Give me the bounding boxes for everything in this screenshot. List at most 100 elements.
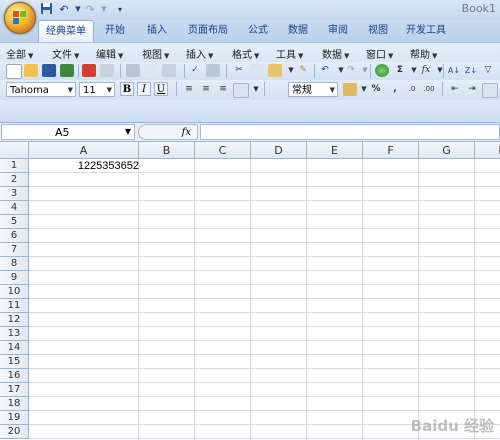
row-header-1[interactable]: 1	[0, 159, 29, 173]
menu-edit[interactable]: 编辑 ▼	[96, 46, 123, 61]
hyperlink-globe-icon[interactable]	[375, 64, 389, 77]
borders-icon[interactable]	[482, 83, 498, 98]
function-dropdown-icon[interactable]: ▼	[433, 64, 447, 77]
column-header-e[interactable]: E	[307, 142, 363, 159]
print-icon[interactable]	[126, 64, 140, 77]
pdf-icon[interactable]	[82, 64, 96, 77]
increase-indent-icon[interactable]: ⇥	[465, 83, 479, 96]
sort-ascending-icon[interactable]: A↓	[447, 64, 461, 77]
print-preview-icon[interactable]	[144, 64, 158, 77]
tab-review[interactable]: 审阅	[320, 20, 356, 41]
name-box[interactable]: A5 ▼	[1, 124, 135, 140]
row-header-11[interactable]: 11	[0, 299, 29, 313]
decrease-indent-icon[interactable]: ⇤	[448, 83, 462, 96]
filter-icon[interactable]: ▽	[481, 64, 495, 77]
row-header-20[interactable]: 20	[0, 425, 29, 439]
row-header-9[interactable]: 9	[0, 271, 29, 285]
customize-quick-access-icon[interactable]: ▾	[112, 2, 128, 17]
save-icon[interactable]	[38, 2, 54, 17]
column-header-h[interactable]: H	[475, 142, 500, 159]
row-header-10[interactable]: 10	[0, 285, 29, 299]
formula-input[interactable]	[200, 124, 500, 140]
research-icon[interactable]	[162, 64, 176, 77]
font-size-select[interactable]: 11 ▼	[79, 82, 115, 97]
align-right-icon[interactable]: ≡	[216, 83, 230, 96]
decrease-decimal-icon[interactable]: .00	[422, 83, 436, 96]
tab-view[interactable]: 视图	[360, 20, 396, 41]
save-icon[interactable]	[42, 64, 56, 77]
accounting-format-icon[interactable]	[343, 83, 357, 96]
new-file-icon[interactable]	[6, 64, 22, 79]
translate-icon[interactable]	[206, 64, 220, 77]
row-header-18[interactable]: 18	[0, 397, 29, 411]
increase-decimal-icon[interactable]: .0	[405, 83, 419, 96]
insert-function-icon[interactable]: fx	[419, 64, 433, 77]
menu-view[interactable]: 视图 ▼	[142, 46, 169, 61]
column-header-b[interactable]: B	[139, 142, 195, 159]
select-all-corner[interactable]	[0, 142, 29, 159]
menu-data[interactable]: 数据 ▼	[322, 46, 349, 61]
row-header-15[interactable]: 15	[0, 355, 29, 369]
row-header-5[interactable]: 5	[0, 215, 29, 229]
column-header-f[interactable]: F	[363, 142, 419, 159]
row-header-14[interactable]: 14	[0, 341, 29, 355]
font-name-select[interactable]: Tahoma ▼	[6, 82, 76, 97]
tab-developer[interactable]: 开发工具	[400, 20, 452, 41]
column-header-d[interactable]: D	[251, 142, 307, 159]
underline-button[interactable]: U	[154, 82, 168, 96]
worksheet-grid[interactable]: ABCDEFGH 1234567891011121314151617181920…	[0, 142, 500, 440]
column-header-a[interactable]: A	[29, 142, 139, 159]
autosum-icon[interactable]: Σ	[393, 64, 407, 77]
tab-data[interactable]: 数据	[280, 20, 316, 41]
tab-insert[interactable]: 插入	[138, 20, 176, 41]
menu-help[interactable]: 帮助 ▼	[410, 46, 437, 61]
paste-icon[interactable]	[268, 64, 282, 77]
align-center-icon[interactable]: ≡	[199, 83, 213, 96]
row-header-7[interactable]: 7	[0, 243, 29, 257]
row-header-4[interactable]: 4	[0, 201, 29, 215]
row-header-13[interactable]: 13	[0, 327, 29, 341]
bold-button[interactable]: B	[120, 82, 134, 96]
menu-file[interactable]: 文件 ▼	[52, 46, 79, 61]
menu-window[interactable]: 窗口 ▼	[366, 46, 393, 61]
permission-icon[interactable]	[60, 64, 74, 77]
comma-style-button[interactable]: ,	[388, 83, 402, 96]
redo-dropdown-icon[interactable]: ▼	[96, 2, 112, 17]
number-format-select[interactable]: 常规 ▼	[288, 82, 338, 97]
menu-format[interactable]: 格式 ▼	[232, 46, 259, 61]
row-header-19[interactable]: 19	[0, 411, 29, 425]
tab-home[interactable]: 开始	[96, 20, 134, 41]
column-header-g[interactable]: G	[419, 142, 475, 159]
row-header-12[interactable]: 12	[0, 313, 29, 327]
menu-tools[interactable]: 工具 ▼	[276, 46, 303, 61]
merge-center-icon[interactable]	[233, 83, 249, 98]
italic-button[interactable]: I	[137, 82, 151, 96]
tab-page-layout[interactable]: 页面布局	[180, 20, 236, 41]
menu-insert[interactable]: 插入 ▼	[186, 46, 213, 61]
sort-descending-icon[interactable]: Z↓	[464, 64, 478, 77]
cut-icon[interactable]: ✂	[232, 64, 246, 77]
open-folder-icon[interactable]	[24, 64, 38, 77]
merge-dropdown-icon[interactable]: ▼	[249, 83, 263, 96]
row-header-6[interactable]: 6	[0, 229, 29, 243]
tab-classic-menu[interactable]: 经典菜单	[38, 20, 94, 42]
cell-a1[interactable]: 1225353652	[30, 160, 139, 173]
format-painter-icon[interactable]: ✎	[296, 64, 310, 77]
copy-icon[interactable]	[250, 64, 264, 77]
tab-formulas[interactable]: 公式	[240, 20, 276, 41]
column-header-c[interactable]: C	[195, 142, 251, 159]
align-left-icon[interactable]: ≡	[182, 83, 196, 96]
row-header-16[interactable]: 16	[0, 369, 29, 383]
row-header-2[interactable]: 2	[0, 173, 29, 187]
redo-icon[interactable]: ↷	[344, 64, 358, 77]
menu-all[interactable]: 全部 ▼	[6, 46, 33, 61]
spelling-icon[interactable]: ✓	[188, 64, 202, 77]
office-button[interactable]	[4, 2, 36, 34]
email-icon[interactable]	[100, 64, 114, 77]
row-header-8[interactable]: 8	[0, 257, 29, 271]
percent-style-button[interactable]: %	[369, 83, 383, 96]
insert-function-button[interactable]: fx	[138, 124, 198, 140]
row-header-3[interactable]: 3	[0, 187, 29, 201]
row-header-17[interactable]: 17	[0, 383, 29, 397]
undo-icon[interactable]: ↶	[318, 64, 332, 77]
